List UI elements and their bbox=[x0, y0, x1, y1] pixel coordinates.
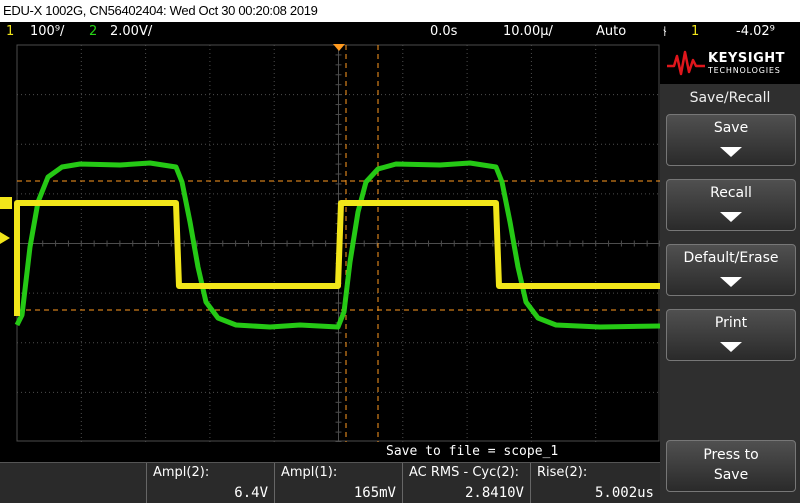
softkey-label: Save bbox=[713, 120, 749, 136]
measurement-value: 2.8410V bbox=[464, 485, 524, 501]
softkey-label: Recall bbox=[710, 185, 752, 201]
trigger-position-marker[interactable] bbox=[333, 44, 345, 51]
window-title: EDU-X 1002G, CN56402404: Wed Oct 30 00:2… bbox=[0, 0, 800, 22]
waveform-display[interactable] bbox=[0, 42, 661, 443]
measurement-label: Rise(2): bbox=[537, 465, 588, 480]
arrow-down-icon bbox=[720, 212, 742, 222]
trigger-source[interactable]: 1 bbox=[691, 22, 699, 42]
timebase-scale[interactable]: 10.00µ/ bbox=[503, 22, 553, 42]
ch1-number[interactable]: 1 bbox=[6, 22, 14, 42]
arrow-down-icon bbox=[720, 277, 742, 287]
softkey-panel: KEYSIGHT TECHNOLOGIES Save/Recall Save R… bbox=[660, 42, 800, 503]
trigger-edge-icon: ⫮ bbox=[663, 24, 667, 40]
horizontal-delay[interactable]: 0.0s bbox=[430, 22, 457, 42]
measurement-bar: Ampl(2): 6.4V Ampl(1): 165mV AC RMS - Cy… bbox=[0, 462, 660, 503]
ch2-number[interactable]: 2 bbox=[89, 22, 97, 42]
ch2-scale[interactable]: 2.00V/ bbox=[110, 22, 152, 42]
ch1-ground-marker[interactable] bbox=[0, 197, 12, 209]
keysight-wave-icon bbox=[667, 50, 705, 76]
measurement-ampl-ch1[interactable]: Ampl(1): 165mV bbox=[274, 463, 402, 503]
measurement-value: 6.4V bbox=[234, 485, 268, 501]
measurement-label: AC RMS - Cyc(2): bbox=[409, 465, 520, 480]
ch1-scale[interactable]: 100⁹/ bbox=[30, 22, 64, 42]
measurement-ampl-ch2[interactable]: Ampl(2): 6.4V bbox=[146, 463, 274, 503]
softkey-label: Print bbox=[714, 315, 748, 331]
default-erase-button[interactable]: Default/Erase bbox=[666, 244, 796, 296]
recall-button[interactable]: Recall bbox=[666, 179, 796, 231]
measurement-value: 5.002us bbox=[594, 485, 654, 501]
measurement-rise-ch2[interactable]: Rise(2): 5.002us bbox=[530, 463, 660, 503]
trigger-mode[interactable]: Auto bbox=[596, 22, 626, 42]
save-status-line: Save to file = scope_1 bbox=[0, 442, 660, 462]
softkey-label: Default/Erase bbox=[683, 250, 779, 266]
print-button[interactable]: Print bbox=[666, 309, 796, 361]
measurement-label: Ampl(1): bbox=[281, 465, 338, 480]
brand-name: KEYSIGHT bbox=[708, 51, 785, 66]
save-button[interactable]: Save bbox=[666, 114, 796, 166]
menu-title: Save/Recall bbox=[689, 90, 771, 106]
press-to-save-button[interactable]: Press to Save bbox=[666, 440, 796, 492]
measurement-ac-rms-ch2[interactable]: AC RMS - Cyc(2): 2.8410V bbox=[402, 463, 530, 503]
press-line-1: Press to bbox=[703, 447, 759, 463]
softkey-label: Press to Save bbox=[667, 445, 795, 485]
measurement-label: Ampl(2): bbox=[153, 465, 210, 480]
status-bar: 1 100⁹/ 2 2.00V/ 0.0s 10.00µ/ Auto ⫮ 1 -… bbox=[0, 22, 800, 42]
save-status-text: Save to file = scope_1 bbox=[386, 444, 559, 459]
press-line-2: Save bbox=[713, 467, 749, 483]
arrow-down-icon bbox=[720, 147, 742, 157]
trigger-level[interactable]: -4.02⁹ bbox=[736, 22, 775, 42]
measurement-value: 165mV bbox=[353, 485, 396, 501]
brand-subtitle: TECHNOLOGIES bbox=[708, 66, 781, 75]
trigger-level-marker[interactable] bbox=[0, 232, 10, 244]
keysight-logo: KEYSIGHT TECHNOLOGIES bbox=[660, 42, 800, 84]
waveform-graticule bbox=[0, 44, 661, 443]
arrow-down-icon bbox=[720, 342, 742, 352]
